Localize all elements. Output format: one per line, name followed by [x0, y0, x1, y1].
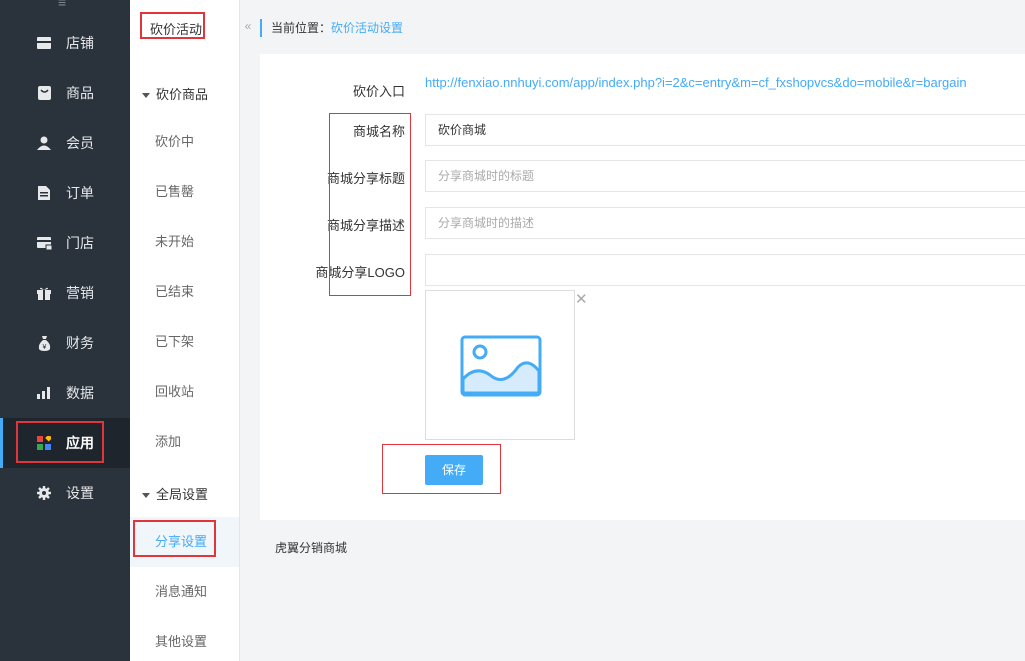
logo-upload-preview[interactable]: [425, 290, 575, 440]
image-placeholder-icon: [460, 335, 542, 397]
nav-item-member[interactable]: 会员: [0, 118, 130, 168]
submenu-item-share-settings[interactable]: 分享设置: [130, 517, 239, 567]
nav-item-apps[interactable]: 应用: [0, 418, 130, 468]
submenu-item-other-settings[interactable]: 其他设置: [130, 617, 239, 661]
gear-icon: [36, 485, 52, 501]
nav-item-label: 应用: [66, 435, 94, 451]
submenu-item-ended[interactable]: 已结束: [130, 267, 239, 317]
nav-item-settings[interactable]: 设置: [0, 468, 130, 518]
nav-item-store[interactable]: 店铺: [0, 18, 130, 68]
secondary-sidebar: 砍价活动 砍价商品 砍价中 已售罄 未开始 已结束 已下架 回收站 添加 全局设…: [130, 0, 240, 661]
save-button[interactable]: 保存: [425, 455, 483, 485]
breadcrumb-prefix: 当前位置：: [271, 21, 332, 35]
submenu-title: 砍价活动: [150, 22, 203, 37]
nav-item-label: 订单: [66, 185, 94, 201]
breadcrumb: 当前位置：砍价活动设置: [260, 19, 403, 37]
apps-icon: [36, 435, 52, 451]
share-title-label: 商城分享标题: [326, 171, 405, 186]
main-sidebar: ≡ 店铺 商品 会员 订单 门店 营销 ¥ 财务 数据 应用 设置: [0, 0, 130, 661]
nav-item-data[interactable]: 数据: [0, 368, 130, 418]
caret-down-icon: [142, 493, 150, 499]
member-icon: [36, 135, 52, 151]
shop-icon: [36, 235, 52, 251]
share-desc-label: 商城分享描述: [326, 218, 405, 233]
nav-item-order[interactable]: 订单: [0, 168, 130, 218]
nav-item-shop[interactable]: 门店: [0, 218, 130, 268]
remove-logo-icon[interactable]: ✕: [575, 292, 588, 308]
submenu-item-ongoing[interactable]: 砍价中: [130, 117, 239, 167]
nav-item-label: 数据: [66, 385, 94, 401]
nav-item-label: 店铺: [66, 35, 94, 51]
gift-icon: [36, 285, 52, 301]
caret-down-icon: [142, 93, 150, 99]
nav-item-label: 营销: [66, 285, 94, 301]
entry-url-link[interactable]: http://fenxiao.nnhuyi.com/app/index.php?…: [425, 75, 967, 90]
collapse-sidebar-icon[interactable]: «: [240, 14, 256, 38]
nav-item-marketing[interactable]: 营销: [0, 268, 130, 318]
nav-item-label: 财务: [66, 335, 94, 351]
shop-name-label: 商城名称: [352, 124, 405, 139]
submenu-item-off-shelf[interactable]: 已下架: [130, 317, 239, 367]
submenu-item-sold-out[interactable]: 已售罄: [130, 167, 239, 217]
money-bag-icon: ¥: [36, 335, 52, 351]
submenu-group-global-settings[interactable]: 全局设置: [142, 484, 208, 503]
shop-name-input[interactable]: 砍价商城: [425, 114, 1025, 146]
submenu-group-bargain-goods[interactable]: 砍价商品: [142, 84, 208, 103]
nav-item-label: 设置: [66, 485, 94, 501]
order-icon: [36, 185, 52, 201]
submenu-item-add[interactable]: 添加: [130, 417, 239, 467]
store-icon: [36, 35, 52, 51]
breadcrumb-current[interactable]: 砍价活动设置: [331, 21, 403, 35]
nav-item-label: 门店: [66, 235, 94, 251]
share-desc-input[interactable]: 分享商城时的描述: [425, 207, 1025, 239]
submenu-item-recycle-bin[interactable]: 回收站: [130, 367, 239, 417]
submenu-item-notifications[interactable]: 消息通知: [130, 567, 239, 617]
share-logo-label: 商城分享LOGO: [315, 265, 405, 280]
share-logo-input[interactable]: [425, 254, 1025, 286]
bar-chart-icon: [36, 385, 52, 401]
menu-toggle-icon[interactable]: ≡: [58, 0, 66, 10]
entry-label: 砍价入口: [352, 84, 405, 99]
svg-text:¥: ¥: [42, 344, 46, 351]
nav-item-finance[interactable]: ¥ 财务: [0, 318, 130, 368]
nav-item-goods[interactable]: 商品: [0, 68, 130, 118]
nav-item-label: 商品: [66, 85, 94, 101]
submenu-item-not-started[interactable]: 未开始: [130, 217, 239, 267]
footer-brand: 虎翼分销商城: [275, 541, 348, 555]
share-title-input[interactable]: 分享商城时的标题: [425, 160, 1025, 192]
goods-icon: [36, 85, 52, 101]
nav-item-label: 会员: [66, 135, 94, 151]
